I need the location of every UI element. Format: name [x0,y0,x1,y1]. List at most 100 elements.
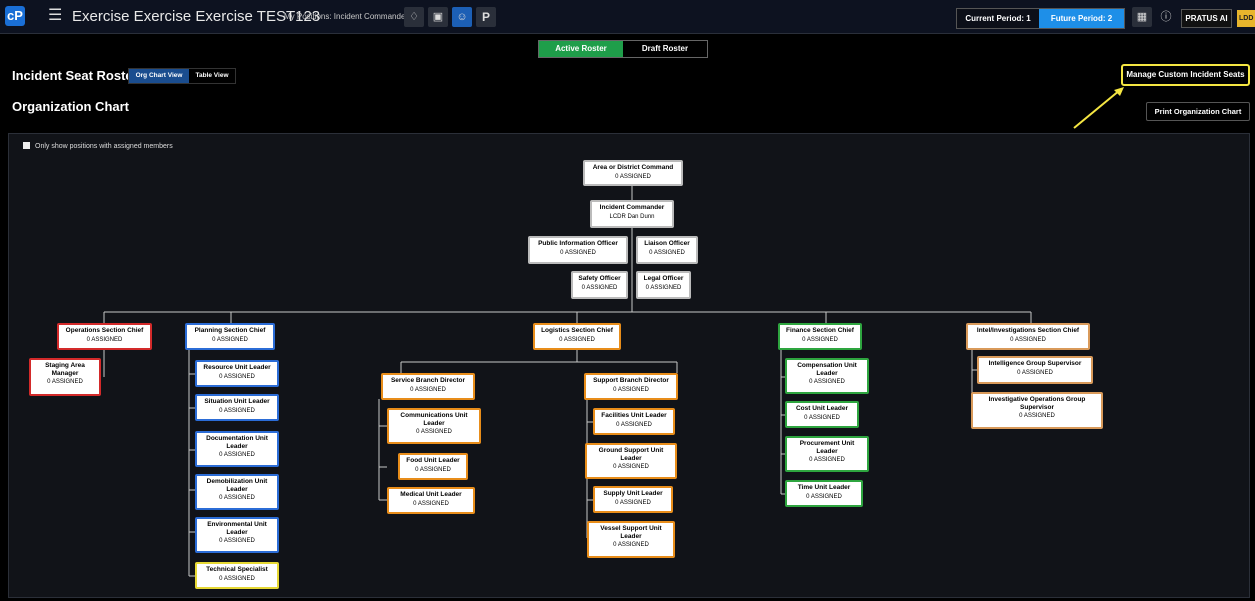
position-name: Documentation Unit Leader [206,435,268,450]
position-card-food-unit-leader[interactable]: Food Unit Leader 0 ASSIGNED [398,453,468,480]
position-card-situation-unit-leader[interactable]: Situation Unit Leader 0 ASSIGNED [195,394,279,421]
position-name: Planning Section Chief [194,327,266,334]
position-card-operations-section-chief[interactable]: Operations Section Chief 0 ASSIGNED [57,323,152,350]
position-card-incident-commander[interactable]: Incident Commander LCDR Dan Dunn [590,200,674,228]
position-status: 0 ASSIGNED [219,373,255,380]
position-card-resource-unit-leader[interactable]: Resource Unit Leader 0 ASSIGNED [195,360,279,387]
position-name: Technical Specialist [206,566,268,573]
position-name: Intelligence Group Supervisor [988,360,1082,367]
position-status: 0 ASSIGNED [804,414,840,421]
position-name: Facilities Unit Leader [601,412,667,419]
position-status: 0 ASSIGNED [415,466,451,473]
positions-label[interactable]: My Positions: Incident Commander [284,12,408,21]
incident-title: Exercise Exercise Exercise TEST123 [72,8,321,25]
position-card-environmental-unit-leader[interactable]: Environmental Unit Leader 0 ASSIGNED [195,517,279,553]
position-status: 0 ASSIGNED [416,429,452,435]
active-roster-button[interactable]: Active Roster [539,41,623,57]
position-card-area-command[interactable]: Area or District Command 0 ASSIGNED [583,160,683,186]
position-status: 0 ASSIGNED [219,452,255,458]
position-status: 0 ASSIGNED [613,542,649,548]
position-card-technical-specialist[interactable]: Technical Specialist 0 ASSIGNED [195,562,279,589]
position-card-legal-officer[interactable]: Legal Officer 0 ASSIGNED [636,271,691,299]
bell-icon[interactable]: ♢ [404,7,424,27]
people-icon[interactable]: ☺ [452,7,472,27]
position-card-liaison-officer[interactable]: Liaison Officer 0 ASSIGNED [636,236,698,264]
position-status: 0 ASSIGNED [410,386,446,393]
position-card-cost-unit-leader[interactable]: Cost Unit Leader 0 ASSIGNED [785,401,859,428]
position-card-finance-section-chief[interactable]: Finance Section Chief 0 ASSIGNED [778,323,862,350]
position-name: Liaison Officer [644,240,690,247]
position-card-documentation-unit-leader[interactable]: Documentation Unit Leader 0 ASSIGNED [195,431,279,467]
period-toggle: Current Period: 1 Future Period: 2 [956,8,1125,29]
position-name: Vessel Support Unit Leader [600,525,662,540]
position-name: Safety Officer [578,275,621,282]
position-name: Compensation Unit Leader [797,362,857,377]
manage-custom-seats-button[interactable]: Manage Custom Incident Seats [1121,64,1250,86]
position-name: Finance Section Chief [786,327,854,334]
position-status: 0 ASSIGNED [1019,413,1055,419]
map-icon[interactable]: ▦ [1132,7,1152,27]
position-status: 0 ASSIGNED [615,173,651,180]
page-title: Incident Seat Roster [12,68,138,83]
position-card-communications-unit-leader[interactable]: Communications Unit Leader 0 ASSIGNED [387,408,481,444]
position-name: Area or District Command [592,164,674,171]
position-card-staging-area-manager[interactable]: Staging Area Manager 0 ASSIGNED [29,358,101,396]
position-card-logistics-section-chief[interactable]: Logistics Section Chief 0 ASSIGNED [533,323,621,350]
position-name: Investigative Operations Group Superviso… [988,396,1086,411]
position-status: 0 ASSIGNED [616,421,652,428]
position-card-support-branch-director[interactable]: Support Branch Director 0 ASSIGNED [584,373,678,400]
position-card-investigative-operations-group-supervisor[interactable]: Investigative Operations Group Superviso… [971,392,1103,429]
position-status: 0 ASSIGNED [809,379,845,385]
position-name: Service Branch Director [390,377,466,384]
position-name: Intel/Investigations Section Chief [976,327,1080,334]
position-card-intelligence-group-supervisor[interactable]: Intelligence Group Supervisor 0 ASSIGNED [977,356,1093,384]
position-status: 0 ASSIGNED [645,284,682,291]
position-card-supply-unit-leader[interactable]: Supply Unit Leader 0 ASSIGNED [593,486,673,513]
future-period-button[interactable]: Future Period: 2 [1039,9,1124,28]
org-chart-panel: Only show positions with assigned member… [8,133,1250,598]
position-card-time-unit-leader[interactable]: Time Unit Leader 0 ASSIGNED [785,480,863,507]
position-card-facilities-unit-leader[interactable]: Facilities Unit Leader 0 ASSIGNED [593,408,675,435]
position-card-compensation-unit-leader[interactable]: Compensation Unit Leader 0 ASSIGNED [785,358,869,394]
table-view-button[interactable]: Table View [189,69,235,83]
position-status: 0 ASSIGNED [1010,336,1046,343]
pratus-ai-button[interactable]: PRATUS AI [1181,9,1232,28]
position-card-demobilization-unit-leader[interactable]: Demobilization Unit Leader 0 ASSIGNED [195,474,279,510]
help-icon[interactable]: ⓘ [1156,7,1176,27]
position-name: Resource Unit Leader [203,364,271,371]
position-name: Public Information Officer [538,240,618,247]
position-name: Staging Area Manager [45,362,85,377]
position-name: Communications Unit Leader [400,412,468,427]
top-bar: cP ☰ Exercise Exercise Exercise TEST123 … [0,0,1255,34]
print-org-chart-button[interactable]: Print Organization Chart [1146,102,1250,121]
position-status: 0 ASSIGNED [219,495,255,501]
position-card-safety-officer[interactable]: Safety Officer 0 ASSIGNED [571,271,628,299]
p-button[interactable]: P [476,7,496,27]
position-status: LCDR Dan Dunn [609,213,655,220]
org-chart-view-button[interactable]: Org Chart View [129,69,189,83]
position-card-intel-section-chief[interactable]: Intel/Investigations Section Chief 0 ASS… [966,323,1090,350]
user-avatar[interactable]: LDD [1237,10,1255,27]
calendar-icon[interactable]: ▣ [428,7,448,27]
position-status: 0 ASSIGNED [559,336,595,343]
current-period-button[interactable]: Current Period: 1 [957,9,1039,28]
position-status: 0 ASSIGNED [802,336,838,343]
menu-icon[interactable]: ☰ [48,6,62,26]
position-status: 0 ASSIGNED [649,249,685,256]
position-name: Legal Officer [643,275,684,282]
position-card-ground-support-unit-leader[interactable]: Ground Support Unit Leader 0 ASSIGNED [585,443,677,479]
position-card-planning-section-chief[interactable]: Planning Section Chief 0 ASSIGNED [185,323,275,350]
position-status: 0 ASSIGNED [581,284,618,291]
position-status: 0 ASSIGNED [86,336,123,343]
position-card-medical-unit-leader[interactable]: Medical Unit Leader 0 ASSIGNED [387,487,475,514]
position-card-service-branch-director[interactable]: Service Branch Director 0 ASSIGNED [381,373,475,400]
draft-roster-button[interactable]: Draft Roster [623,41,707,57]
position-name: Supply Unit Leader [603,490,663,497]
app-logo[interactable]: cP [5,6,25,26]
position-status: 0 ASSIGNED [613,386,649,393]
position-status: 0 ASSIGNED [212,336,248,343]
position-card-public-information-officer[interactable]: Public Information Officer 0 ASSIGNED [528,236,628,264]
position-card-procurement-unit-leader[interactable]: Procurement Unit Leader 0 ASSIGNED [785,436,869,472]
highlight-arrow [1073,87,1124,129]
position-card-vessel-support-unit-leader[interactable]: Vessel Support Unit Leader 0 ASSIGNED [587,521,675,558]
